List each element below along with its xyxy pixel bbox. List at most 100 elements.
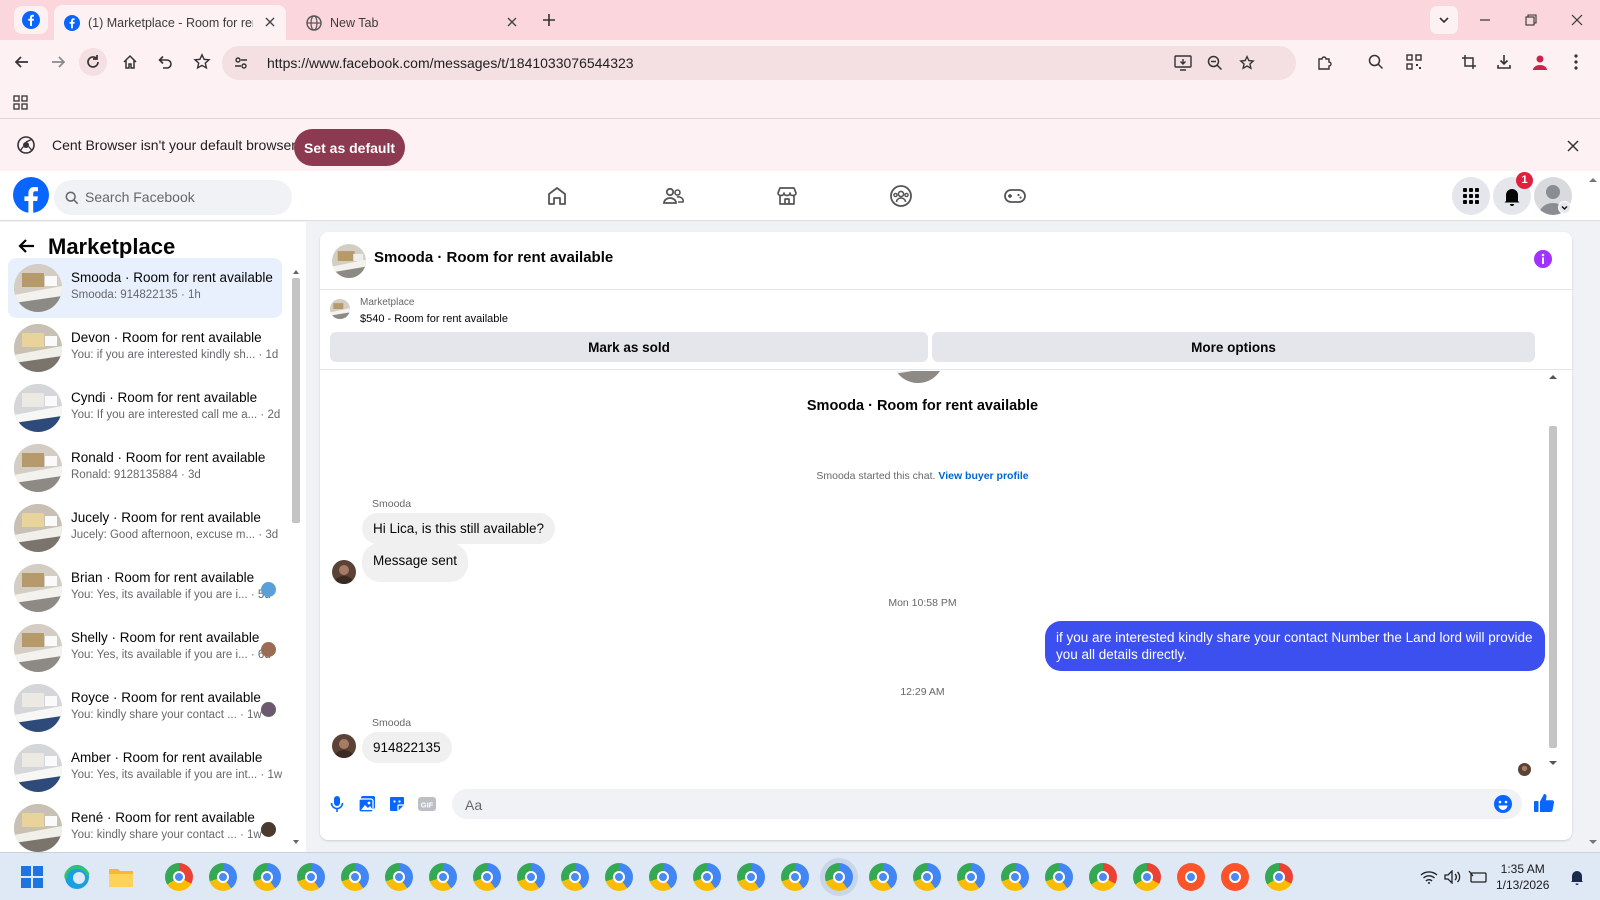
browser-taskbar-icon[interactable]: [209, 863, 237, 891]
nav-groups[interactable]: [876, 179, 926, 213]
system-clock[interactable]: 1:35 AM 1/13/2026: [1496, 861, 1549, 893]
menu-grid-button[interactable]: [1452, 177, 1490, 215]
conversation-item[interactable]: Jucely · Room for rent available Jucely: …: [8, 498, 282, 558]
conversation-item[interactable]: Devon · Room for rent available You: if y…: [8, 318, 282, 378]
conversation-item[interactable]: Royce · Room for rent available You: kind…: [8, 678, 282, 738]
install-app-icon[interactable]: [1172, 53, 1194, 73]
notification-center-icon[interactable]: [1566, 865, 1588, 889]
profile-button[interactable]: [1526, 48, 1554, 76]
start-button[interactable]: [18, 863, 46, 891]
close-tab-icon[interactable]: [504, 14, 520, 30]
conversation-item[interactable]: René · Room for rent available You: kindl…: [8, 798, 282, 858]
zoom-icon[interactable]: [1204, 53, 1226, 73]
send-like-button[interactable]: [1530, 788, 1558, 818]
browser-taskbar-icon[interactable]: [1089, 863, 1117, 891]
close-window-button[interactable]: [1560, 6, 1594, 34]
nav-friends[interactable]: [648, 179, 698, 213]
profile-avatar-large[interactable]: [892, 371, 944, 383]
conversation-item[interactable]: Amber · Room for rent available You: Yes,…: [8, 738, 282, 798]
message-bubble[interactable]: Hi Lica, is this still available?: [362, 513, 556, 544]
menu-button[interactable]: [1562, 48, 1590, 76]
browser-taskbar-icon[interactable]: [473, 863, 501, 891]
facebook-logo[interactable]: [12, 176, 50, 214]
new-tab-button[interactable]: [536, 8, 562, 32]
battery-icon[interactable]: [1466, 865, 1490, 889]
my-message-bubble[interactable]: if you are interested kindly share your …: [1045, 621, 1545, 671]
home-button[interactable]: [116, 48, 144, 76]
more-options-button[interactable]: More options: [932, 332, 1535, 362]
browser-taskbar-icon[interactable]: [253, 863, 281, 891]
reload-button[interactable]: [79, 48, 107, 76]
conversation-item[interactable]: Brian · Room for rent available You: Yes,…: [8, 558, 282, 618]
bookmark-button[interactable]: [188, 48, 216, 76]
crop-button[interactable]: [1455, 48, 1483, 76]
facebook-pinned-tab[interactable]: [14, 6, 48, 34]
site-info-icon[interactable]: [231, 53, 251, 73]
message-bubble[interactable]: Message sent: [362, 543, 469, 582]
close-tab-icon[interactable]: [262, 14, 278, 30]
browser-taskbar-icon[interactable]: [429, 863, 457, 891]
qr-code-button[interactable]: [1400, 48, 1428, 76]
search-button[interactable]: [1362, 48, 1390, 76]
conversation-item[interactable]: Shelly · Room for rent available You: Yes…: [8, 618, 282, 678]
browser-taskbar-icon[interactable]: [649, 863, 677, 891]
browser-taskbar-icon[interactable]: [693, 863, 721, 891]
browser-taskbar-icon[interactable]: [781, 863, 809, 891]
minimize-button[interactable]: [1468, 6, 1502, 34]
emoji-icon[interactable]: [1492, 793, 1514, 815]
back-button[interactable]: [8, 48, 36, 76]
tab-new-tab[interactable]: New Tab: [296, 5, 528, 40]
browser-taskbar-icon[interactable]: [869, 863, 897, 891]
nav-gaming[interactable]: [990, 179, 1040, 213]
page-scrollbar[interactable]: [1586, 172, 1600, 852]
restore-button[interactable]: [1514, 6, 1548, 34]
sender-avatar[interactable]: [332, 560, 356, 584]
listing-title[interactable]: $540 - Room for rent available: [360, 313, 508, 325]
browser-taskbar-icon[interactable]: [1133, 863, 1161, 891]
browser-taskbar-icon[interactable]: [1045, 863, 1073, 891]
browser-taskbar-icon[interactable]: [825, 863, 853, 891]
edge-taskbar-icon[interactable]: [63, 863, 91, 891]
tab-marketplace[interactable]: (1) Marketplace - Room for rent: [54, 5, 286, 40]
browser-taskbar-icon[interactable]: [165, 863, 193, 891]
set-as-default-button[interactable]: Set as default: [294, 129, 405, 166]
browser-taskbar-icon[interactable]: [1265, 863, 1293, 891]
sticker-button[interactable]: [384, 790, 410, 818]
forward-button[interactable]: [44, 48, 72, 76]
browser-taskbar-icon[interactable]: [1177, 863, 1205, 891]
message-bubble[interactable]: 914822135: [362, 732, 452, 763]
browser-taskbar-icon[interactable]: [737, 863, 765, 891]
chat-header-title[interactable]: Smooda · Room for rent available: [374, 249, 613, 266]
mark-as-sold-button[interactable]: Mark as sold: [330, 332, 928, 362]
listing-thumbnail[interactable]: [330, 299, 350, 319]
file-explorer-taskbar-icon[interactable]: [107, 863, 135, 891]
search-facebook-input[interactable]: Search Facebook: [54, 180, 292, 215]
attach-photo-button[interactable]: [354, 790, 380, 818]
nav-home[interactable]: [532, 179, 582, 213]
gif-button[interactable]: GIF: [414, 790, 440, 818]
sender-avatar[interactable]: [332, 734, 356, 758]
browser-taskbar-icon[interactable]: [957, 863, 985, 891]
conversation-item[interactable]: Smooda · Room for rent available Smooda: …: [8, 258, 282, 318]
browser-taskbar-icon[interactable]: [913, 863, 941, 891]
address-bar[interactable]: https://www.facebook.com/messages/t/1841…: [222, 46, 1296, 80]
wifi-icon[interactable]: [1418, 865, 1440, 889]
nav-marketplace[interactable]: [762, 179, 812, 213]
conversation-item[interactable]: Ronald · Room for rent available Ronald: …: [8, 438, 282, 498]
chat-header-avatar[interactable]: [332, 244, 366, 278]
volume-icon[interactable]: [1442, 865, 1464, 889]
message-input[interactable]: Aa: [452, 789, 1522, 819]
browser-taskbar-icon[interactable]: [297, 863, 325, 891]
browser-taskbar-icon[interactable]: [1001, 863, 1029, 891]
back-arrow-icon[interactable]: [16, 234, 38, 258]
browser-taskbar-icon[interactable]: [385, 863, 413, 891]
undo-close-button[interactable]: [151, 48, 179, 76]
left-scrollbar[interactable]: [290, 265, 302, 850]
browser-taskbar-icon[interactable]: [1221, 863, 1249, 891]
browser-taskbar-icon[interactable]: [605, 863, 633, 891]
extensions-button[interactable]: [1310, 48, 1338, 76]
browser-taskbar-icon[interactable]: [517, 863, 545, 891]
browser-taskbar-icon[interactable]: [341, 863, 369, 891]
browser-taskbar-icon[interactable]: [561, 863, 589, 891]
conversation-info-icon[interactable]: [1532, 248, 1554, 270]
